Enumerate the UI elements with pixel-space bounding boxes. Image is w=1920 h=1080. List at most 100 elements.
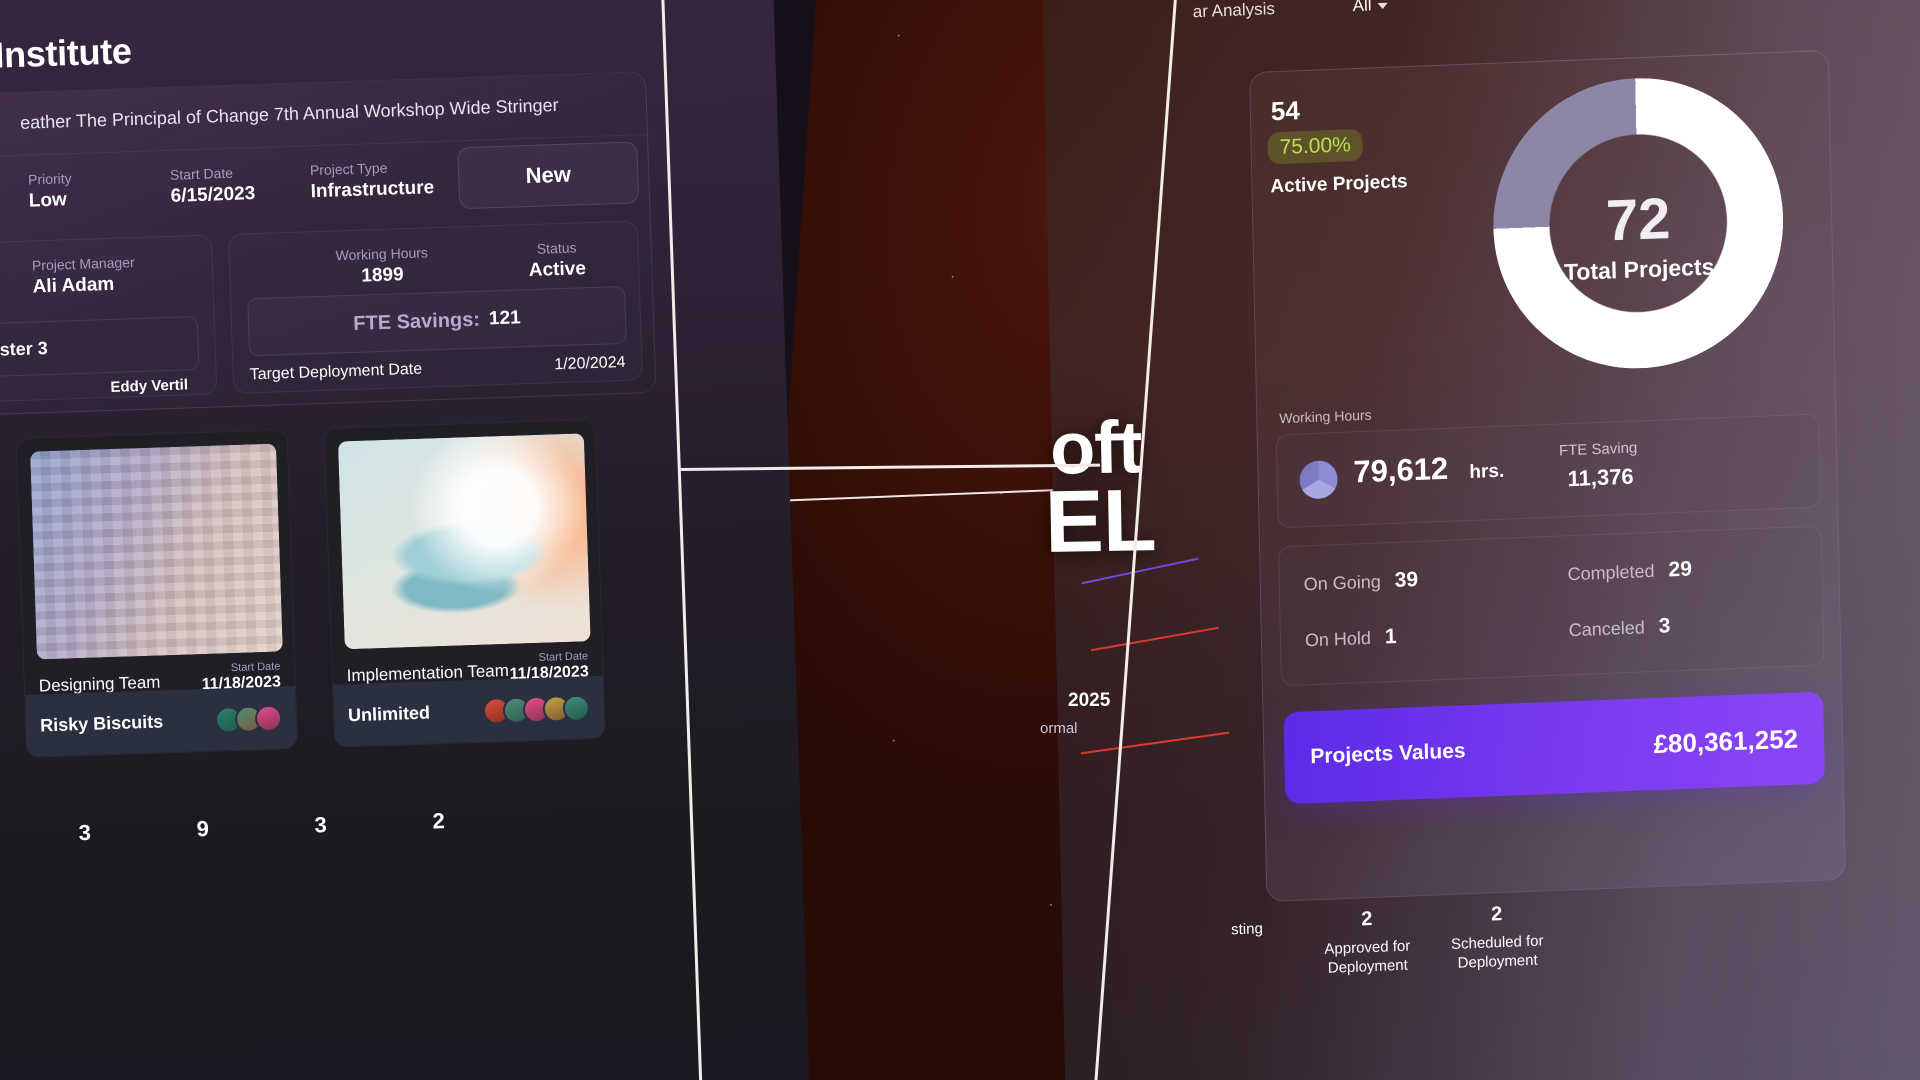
cube-icon: [1299, 460, 1338, 500]
status-on-hold-label: On Hold: [1304, 627, 1372, 651]
working-hours-value: 79,612: [1353, 450, 1449, 490]
field-project-type-value: Infrastructure: [310, 177, 435, 203]
team-thumbnail: [337, 433, 591, 650]
footer-stat-number: 2: [1490, 903, 1503, 926]
bottom-stat-number: 3: [78, 819, 92, 846]
chevron-down-icon: [1377, 2, 1388, 9]
active-projects-label: Active Projects: [1270, 171, 1408, 198]
status-on-hold: On Hold 1: [1305, 625, 1397, 653]
bottom-stat-label: [393, 841, 485, 844]
analysis-tab-label[interactable]: ar Analysis: [1193, 0, 1276, 22]
avatar: [254, 703, 283, 732]
status-on-hold-value: 1: [1384, 624, 1397, 649]
fte-saving-label: FTE Saving: [1558, 439, 1638, 460]
active-projects-count: 54: [1270, 95, 1301, 127]
projects-values-bar[interactable]: Projects Values £80,361,252: [1283, 691, 1825, 805]
status-completed-value: 29: [1668, 557, 1693, 582]
team-thumbnail: [30, 443, 283, 660]
avatar-group: [482, 693, 591, 725]
footer-stat-label: Scheduled for Deployment: [1450, 932, 1544, 972]
status-completed-label: Completed: [1567, 560, 1655, 585]
fte-savings-value: 121: [488, 307, 521, 330]
team-footer-name: Unlimited: [347, 702, 431, 725]
field-project-manager-label: Project Manager: [31, 254, 135, 274]
fte-savings-label: FTE Savings:: [352, 308, 481, 335]
field-project-manager-value: Ali Adam: [32, 273, 115, 298]
analysis-toolbar: ar Analysis All: [1193, 0, 1593, 32]
bottom-stat-label: [275, 845, 367, 848]
field-start-date: Start Date 6/15/2023: [170, 164, 256, 208]
project-detail-card: eather The Principal of Change 7th Annua…: [0, 71, 657, 417]
avatar: [562, 693, 591, 722]
field-start-date-label: Start Date: [169, 164, 234, 183]
right-summary-panel: ar Analysis All 54 75.00% Active Project…: [1040, 0, 1920, 1080]
total-projects-donut-chart: 72 Total Projects: [1490, 72, 1787, 374]
filter-dropdown-label: All: [1352, 0, 1372, 16]
status-canceled-value: 3: [1658, 614, 1671, 638]
field-priority: Priority Low: [28, 170, 73, 212]
bottom-stat-label: [157, 849, 249, 852]
fte-savings-box: FTE Savings: 121: [247, 285, 627, 357]
working-hours-box: 79,612 hrs. FTE Saving 11,376: [1275, 413, 1822, 529]
field-status-value: Active: [528, 258, 587, 282]
projects-summary-card: 54 75.00% Active Projects 72 Total Proje…: [1249, 49, 1846, 903]
project-manager-card: Project Manager Ali Adam ester 3 Eddy Ve…: [0, 234, 218, 404]
field-priority-value: Low: [28, 189, 68, 212]
project-subtitle: eather The Principal of Change 7th Annua…: [19, 94, 559, 133]
semester-box: ester 3: [0, 316, 200, 378]
chart-normal-label: ormal: [1040, 720, 1078, 737]
bottom-stat-label: [39, 853, 131, 856]
bottom-stat-number: 2: [432, 808, 446, 834]
team-footer: Unlimited: [332, 675, 605, 747]
left-project-panel: hboard y Institute eather The Principal …: [0, 0, 812, 1080]
deployment-footer: sting 2 Approved for Deployment 2 Schedule…: [1162, 889, 1861, 976]
field-project-type: Project Type Infrastructure: [310, 158, 435, 203]
team-card[interactable]: Implementation Team Start Date 11/18/202…: [323, 418, 606, 748]
field-status: Status Active: [501, 238, 612, 283]
projects-values-amount: £80,361,252: [1653, 723, 1799, 759]
status-on-going: On Going 39: [1304, 568, 1419, 596]
working-hours-unit: hrs.: [1469, 460, 1505, 483]
bottom-stat: 9: [156, 815, 249, 852]
status-on-going-value: 39: [1394, 568, 1419, 592]
field-status-label: Status: [536, 239, 577, 257]
status-completed: Completed 29: [1567, 557, 1692, 586]
target-deployment-label: Target Deployment Date: [249, 360, 423, 384]
bottom-stat: 3: [274, 811, 367, 848]
avatar-group: [214, 703, 283, 734]
footer-stat: 2 Scheduled for Deployment: [1412, 900, 1583, 975]
bottom-stat-number: 9: [196, 815, 210, 842]
bottom-stat: 4: [0, 823, 12, 860]
status-breakdown-box: On Going 39 Completed 29 On Hold 1 Canceled…: [1277, 525, 1825, 687]
project-meta-row: Priority Low Start Date 6/15/2023 Projec…: [0, 133, 652, 236]
fte-saving-value: 11,376: [1567, 463, 1634, 492]
bottom-number-row: 4 4 3 9 3 2: [0, 797, 790, 845]
status-badge[interactable]: New: [457, 141, 640, 210]
target-deployment-value: 1/20/2024: [554, 353, 626, 374]
total-projects-value: 72: [1605, 186, 1672, 254]
field-project-manager: Project Manager Ali Adam: [32, 254, 136, 298]
team-card-row: Designing Team Start Date 11/18/2023 Ris…: [0, 416, 697, 758]
field-project-type-label: Project Type: [309, 159, 388, 179]
page-title: y Institute: [0, 30, 133, 77]
field-working-hours-value: 1899: [360, 264, 404, 287]
status-on-going-label: On Going: [1303, 571, 1381, 595]
field-priority-label: Priority: [27, 170, 72, 188]
status-canceled-label: Canceled: [1568, 617, 1645, 641]
owner-name: Eddy Vertil: [110, 376, 189, 396]
bottom-stat: 2: [392, 807, 485, 844]
field-start-date-value: 6/15/2023: [170, 183, 256, 207]
working-hours-card: Working Hours 1899 Status Active FTE Sav…: [227, 220, 644, 394]
team-footer-name: Risky Biscuits: [39, 710, 164, 735]
team-footer: Risky Biscuits: [25, 686, 298, 757]
bottom-stat-label: [0, 857, 12, 860]
chart-year-label: 2025: [1068, 690, 1111, 711]
team-card[interactable]: Designing Team Start Date 11/18/2023 Ris…: [15, 429, 299, 758]
bottom-stat: 3: [38, 819, 131, 856]
filter-dropdown[interactable]: All: [1352, 0, 1388, 16]
active-projects-percent-badge: 75.00%: [1267, 128, 1364, 165]
screen: oft EL 2025 ormal hboard y Institute eat…: [0, 0, 1920, 1080]
breadcrumb[interactable]: hboard: [0, 0, 27, 4]
projects-values-label: Projects Values: [1310, 739, 1466, 769]
status-canceled: Canceled 3: [1568, 614, 1671, 642]
